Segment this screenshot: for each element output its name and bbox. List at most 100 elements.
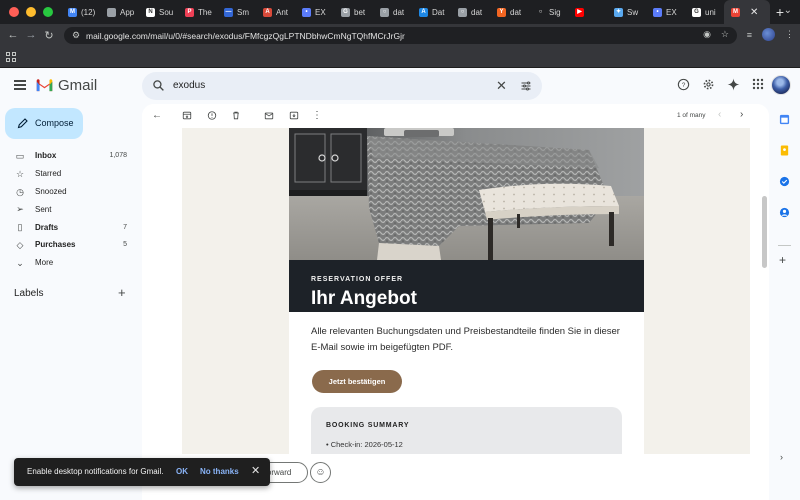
browser-tab[interactable]: Gbet <box>334 0 373 24</box>
keep-icon[interactable] <box>779 145 790 156</box>
hide-side-panel-chevron-icon[interactable]: › <box>780 452 783 462</box>
calendar-icon[interactable] <box>779 114 790 125</box>
gemini-sparkle-icon[interactable] <box>726 78 740 92</box>
bookmark-star-icon[interactable]: ☆ <box>721 29 729 40</box>
emoji-reaction-icon[interactable]: ☺ <box>310 462 331 483</box>
more-options-icon[interactable]: ⋮ <box>312 110 322 121</box>
report-spam-icon[interactable] <box>207 110 217 121</box>
browser-tab[interactable]: Ydat <box>490 0 529 24</box>
gmail-icon: M <box>731 7 740 17</box>
toast-no-thanks-button[interactable]: No thanks <box>200 467 239 476</box>
delete-trash-icon[interactable] <box>231 110 241 121</box>
search-options-icon[interactable] <box>520 80 532 92</box>
hotel-room-image <box>289 128 644 260</box>
search-input[interactable]: exodus <box>173 80 205 91</box>
move-to-icon[interactable] <box>289 110 299 121</box>
browser-tab[interactable]: — Sm <box>217 0 256 24</box>
mark-unread-icon[interactable] <box>264 110 274 121</box>
google-icon: G <box>692 7 701 17</box>
sidebar-item-label: Purchases <box>35 240 76 250</box>
create-label-plus-icon[interactable]: + <box>118 285 126 300</box>
search-icon[interactable] <box>152 79 165 92</box>
google-apps-icon[interactable] <box>751 78 765 92</box>
browser-toolbar: ← → ↻ ⚙ mail.google.com/mail/u/0/#search… <box>0 24 800 46</box>
account-avatar[interactable] <box>771 75 791 95</box>
sidebar-item-starred[interactable]: ☆ Starred <box>0 165 134 183</box>
close-tab-icon[interactable]: ✕ <box>750 7 758 18</box>
browser-tab[interactable]: • EX <box>646 0 685 24</box>
minimize-window-button[interactable] <box>26 7 36 17</box>
close-window-button[interactable] <box>9 7 19 17</box>
sidebar-item-purchases[interactable]: ◇ Purchases 5 <box>0 236 134 254</box>
help-icon[interactable]: ? <box>676 78 690 92</box>
browser-menu-icon[interactable]: ⋮ <box>785 29 794 40</box>
sidebar-item-count: 5 <box>123 241 127 249</box>
browser-tab[interactable]: A Ant <box>256 0 295 24</box>
sidebar-item-snoozed[interactable]: ◷ Snoozed <box>0 183 134 201</box>
get-addons-plus-icon[interactable]: + <box>779 253 786 267</box>
browser-tab-label: Sw <box>627 7 639 17</box>
main-menu-icon[interactable] <box>14 80 26 90</box>
next-page-chevron-icon[interactable]: › <box>740 109 743 120</box>
browser-tab-label: dat <box>393 7 405 17</box>
browser-tab[interactable]: App <box>100 0 139 24</box>
eye-icon[interactable]: ◉ <box>703 29 711 40</box>
browser-tab[interactable]: ▶ <box>568 0 607 24</box>
apps-grid-icon[interactable] <box>6 52 16 62</box>
reload-icon[interactable]: ↻ <box>40 29 58 42</box>
contacts-icon[interactable] <box>779 207 790 218</box>
sidebar-item-sent[interactable]: ➢ Sent <box>0 200 134 218</box>
header-band: RESERVATION OFFER Ihr Angebot <box>289 260 644 312</box>
tab-strip: M (12) App N Sou P The — Sm A Ant • EX Gbet ○ dat A Dat ○ d… <box>61 0 770 24</box>
labels-heading: Labels <box>14 288 44 299</box>
sidebar-item-count: 7 <box>123 223 127 231</box>
sidebar-item-label: Inbox <box>35 151 57 161</box>
tab-search-chevron-icon[interactable]: ⌄ <box>784 5 792 16</box>
previous-page-chevron-icon[interactable]: ‹ <box>718 109 721 120</box>
sidebar-item-drafts[interactable]: ▯ Drafts 7 <box>0 218 134 236</box>
maximize-window-button[interactable] <box>43 7 53 17</box>
browser-tab[interactable]: M (12) <box>61 0 100 24</box>
browser-tab[interactable]: ○ dat <box>373 0 412 24</box>
browser-tab[interactable]: ○ dat <box>451 0 490 24</box>
back-to-search-arrow-icon[interactable]: ← <box>152 110 162 121</box>
toast-ok-button[interactable]: OK <box>176 467 188 476</box>
browser-tab-label: dat <box>510 7 522 17</box>
settings-gear-icon[interactable] <box>701 78 715 92</box>
archive-icon[interactable] <box>182 110 192 121</box>
browser-tab[interactable]: P The <box>178 0 217 24</box>
clear-search-icon[interactable]: ✕ <box>496 78 507 94</box>
url-text: mail.google.com/mail/u/0/#search/exodus/… <box>86 30 405 41</box>
browser-tab[interactable]: ○ Sig <box>529 0 568 24</box>
browser-tab[interactable]: • EX <box>295 0 334 24</box>
browser-tab[interactable]: Guni <box>685 0 724 24</box>
pocket-icon: P <box>185 7 194 17</box>
browser-tab[interactable]: ✦ Sw <box>607 0 646 24</box>
browser-tab[interactable]: A Dat <box>412 0 451 24</box>
browser-tab[interactable]: M ✕ <box>724 0 770 24</box>
tasks-icon[interactable] <box>779 176 790 187</box>
back-arrow-icon[interactable]: ← <box>4 29 22 41</box>
message-scrollbar[interactable] <box>762 196 767 268</box>
site-info-icon[interactable]: ⚙ <box>72 30 86 41</box>
confirm-button[interactable]: Jetzt bestätigen <box>312 370 402 393</box>
star-icon: ☆ <box>15 168 25 179</box>
media-controls-icon[interactable]: ≡ <box>747 30 752 40</box>
sidebar-item-inbox[interactable]: ▭ Inbox 1,078 <box>0 147 134 165</box>
address-bar[interactable]: ⚙ mail.google.com/mail/u/0/#search/exodu… <box>64 27 737 44</box>
draft-icon: ▯ <box>17 222 23 233</box>
forward-arrow-icon[interactable]: → <box>22 29 40 41</box>
sidebar-item-label: More <box>35 258 54 268</box>
browser-tab-label: App <box>120 7 135 17</box>
gmail-logo[interactable]: Gmail <box>36 77 97 94</box>
message-pane: ← ⋮ 1 of many ‹ › RESERVATION OFFER Ihr … <box>142 104 769 454</box>
sidebar-item-more[interactable]: ⌄ More <box>0 254 134 272</box>
search-bar[interactable]: exodus ✕ <box>142 72 542 100</box>
browser-tab-label: The <box>198 7 212 17</box>
profile-avatar[interactable] <box>762 28 775 41</box>
bookmarks-bar <box>0 46 800 68</box>
browser-tab[interactable]: N Sou <box>139 0 178 24</box>
toast-close-icon[interactable]: ✕ <box>251 464 260 477</box>
compose-button[interactable]: Compose <box>5 108 83 139</box>
browser-tab-label: Sou <box>159 7 174 17</box>
